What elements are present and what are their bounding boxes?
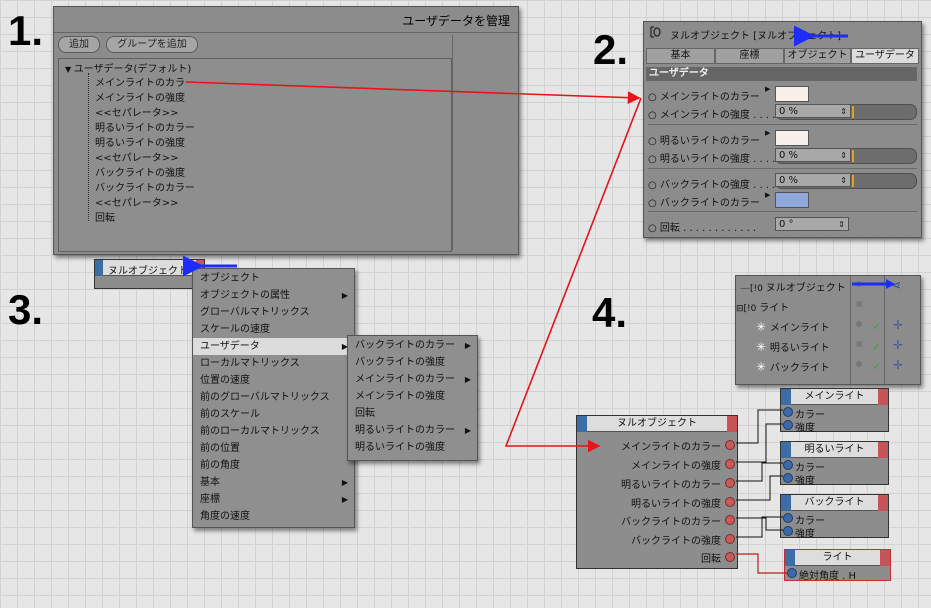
blue-arrow-head	[886, 279, 895, 289]
node-wires	[736, 409, 783, 538]
wire	[736, 517, 783, 531]
wire-selected	[736, 553, 787, 574]
wire	[736, 475, 783, 501]
wire	[736, 409, 783, 444]
red-arrow	[185, 81, 641, 105]
wire	[736, 516, 783, 538]
red-arrow	[504, 97, 642, 453]
wire	[736, 462, 783, 482]
annotation-overlay	[183, 25, 895, 574]
